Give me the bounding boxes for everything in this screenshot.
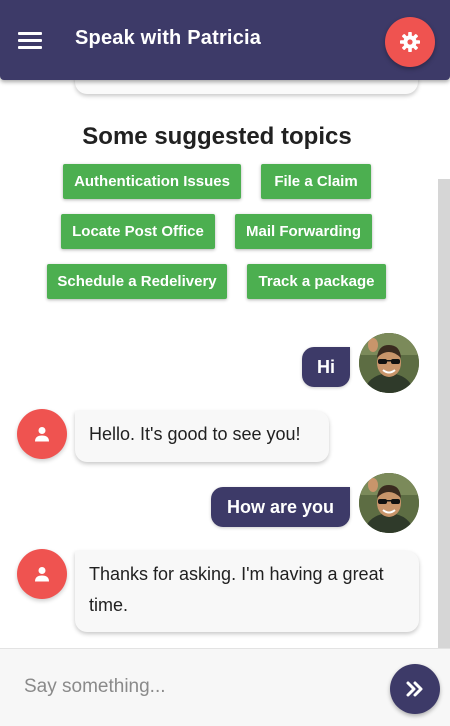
topic-button[interactable]: Mail Forwarding — [235, 214, 372, 249]
bot-avatar — [17, 409, 67, 459]
user-message-bubble: Hi — [302, 347, 350, 387]
bot-message-bubble: Hello. It's good to see you! — [75, 411, 329, 462]
topic-button[interactable]: Authentication Issues — [63, 164, 241, 199]
message-input[interactable] — [24, 671, 379, 703]
person-icon — [35, 567, 49, 582]
menu-icon[interactable] — [16, 29, 44, 51]
user-avatar — [359, 473, 419, 533]
bot-avatar — [17, 549, 67, 599]
settings-gear-icon — [400, 32, 420, 52]
bot-message-bubble: Thanks for asking. I'm having a great ti… — [75, 551, 419, 632]
app-header: Speak with Patricia — [0, 0, 450, 80]
topic-button[interactable]: Locate Post Office — [61, 214, 215, 249]
scrollbar[interactable] — [438, 179, 450, 648]
send-button[interactable] — [390, 664, 440, 714]
double-chevron-right-icon — [406, 681, 423, 697]
topic-button[interactable]: Track a package — [247, 264, 386, 299]
user-avatar — [359, 333, 419, 393]
message-input-bar — [0, 648, 450, 726]
topic-button[interactable]: File a Claim — [261, 164, 371, 199]
user-message-bubble: How are you — [211, 487, 350, 527]
previous-message-bubble — [75, 80, 418, 94]
person-icon — [35, 427, 49, 442]
page-title: Speak with Patricia — [75, 27, 262, 49]
topic-button[interactable]: Schedule a Redelivery — [47, 264, 227, 299]
settings-button[interactable] — [385, 17, 435, 67]
suggested-topics-heading: Some suggested topics — [82, 123, 352, 150]
chat-area[interactable]: Some suggested topics Authentication Iss… — [0, 80, 450, 648]
